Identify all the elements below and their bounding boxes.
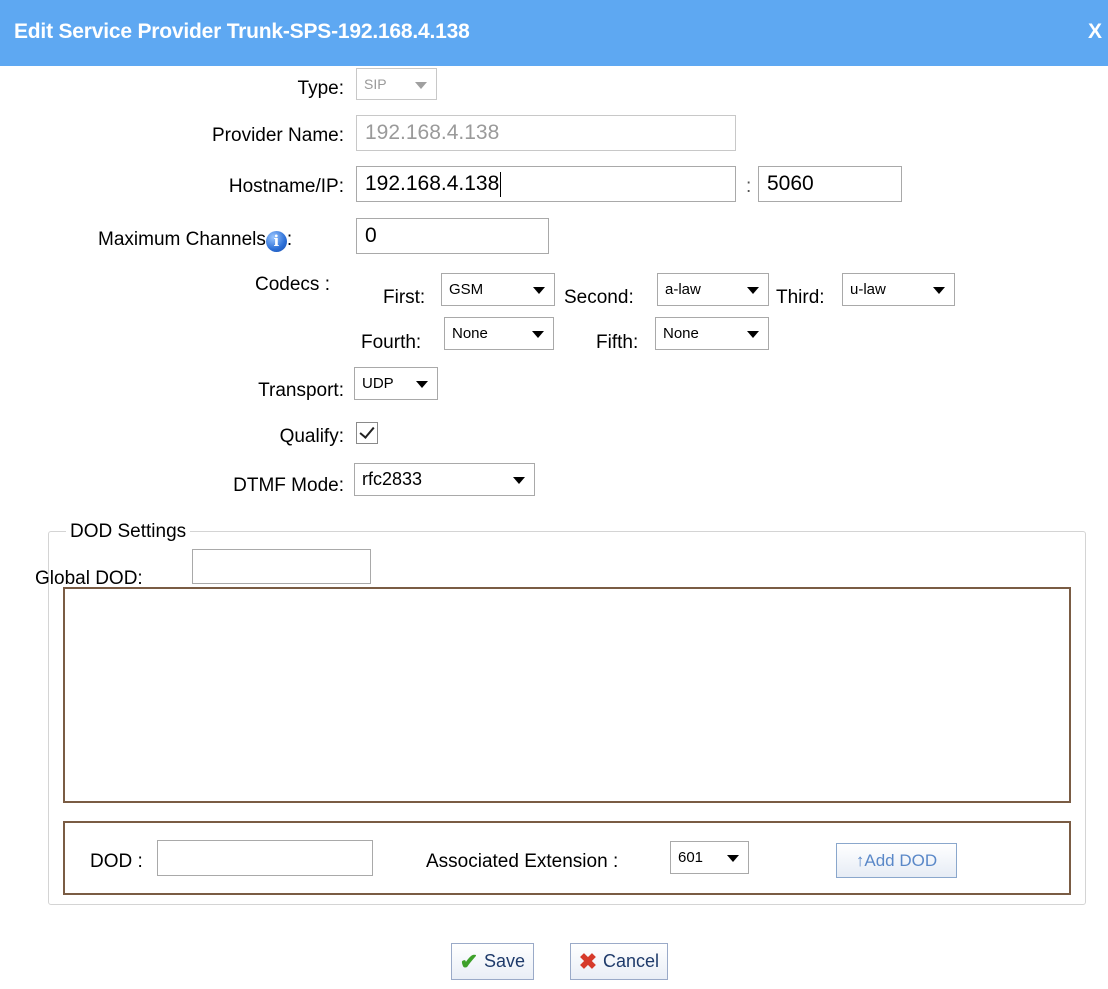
dod-input[interactable] — [157, 840, 373, 876]
chevron-down-icon — [747, 287, 759, 294]
hostname-label: Hostname/IP: — [228, 176, 344, 197]
dtmf-mode-select[interactable]: rfc2833 — [354, 463, 535, 496]
chevron-down-icon — [933, 287, 945, 294]
codec-fourth-label: Fourth: — [361, 332, 422, 353]
dod-list — [63, 587, 1071, 803]
codec-second-select[interactable]: a-law — [657, 273, 769, 306]
port-input[interactable]: 5060 — [758, 166, 902, 202]
codec-first-label: First: — [383, 287, 426, 308]
hostname-input[interactable]: 192.168.4.138 — [356, 166, 736, 202]
save-button[interactable]: ✔ Save — [451, 943, 535, 980]
dod-label: DOD : — [90, 851, 143, 872]
transport-label: Transport: — [258, 380, 344, 401]
chevron-down-icon — [415, 82, 427, 89]
info-icon[interactable]: i — [265, 231, 287, 252]
chevron-down-icon — [727, 855, 739, 862]
chevron-down-icon — [513, 477, 525, 484]
provider-name-label: Provider Name: — [212, 125, 344, 146]
codec-first-select[interactable]: GSM — [441, 273, 555, 306]
x-icon: ✖ — [578, 949, 598, 974]
qualify-checkbox[interactable] — [356, 422, 378, 444]
dialog-titlebar: Edit Service Provider Trunk-SPS-192.168.… — [0, 0, 1108, 66]
add-dod-button[interactable]: ↑Add DOD — [836, 843, 957, 878]
chevron-down-icon — [416, 381, 428, 388]
codec-fifth-select[interactable]: None — [655, 317, 769, 350]
chevron-down-icon — [532, 331, 544, 338]
dialog-title: Edit Service Provider Trunk-SPS-192.168.… — [14, 20, 470, 43]
checkmark-icon — [359, 423, 375, 439]
cancel-button[interactable]: ✖ Cancel — [570, 943, 669, 980]
max-channels-label: Maximum Channels i: — [98, 229, 293, 252]
dod-settings-legend: DOD Settings — [66, 521, 191, 543]
codec-third-label: Third: — [776, 287, 825, 308]
max-channels-input[interactable]: 0 — [356, 218, 549, 254]
qualify-label: Qualify: — [279, 426, 344, 447]
type-select: SIP — [356, 68, 437, 100]
associated-extension-label: Associated Extension : — [426, 851, 619, 872]
check-icon: ✔ — [459, 949, 479, 974]
global-dod-input[interactable] — [192, 549, 371, 584]
close-icon[interactable]: X — [1088, 20, 1102, 44]
provider-name-input: 192.168.4.138 — [356, 115, 736, 151]
codecs-label: Codecs : — [255, 274, 330, 295]
type-label: Type: — [297, 78, 344, 99]
codec-fourth-select[interactable]: None — [444, 317, 554, 350]
dtmf-mode-label: DTMF Mode: — [233, 475, 344, 496]
chevron-down-icon — [747, 331, 759, 338]
associated-extension-select[interactable]: 601 — [670, 841, 749, 874]
codec-fifth-label: Fifth: — [596, 332, 639, 353]
chevron-down-icon — [533, 287, 545, 294]
port-separator: : — [746, 176, 752, 197]
transport-select[interactable]: UDP — [354, 367, 438, 400]
codec-second-label: Second: — [564, 287, 634, 308]
codec-third-select[interactable]: u-law — [842, 273, 955, 306]
